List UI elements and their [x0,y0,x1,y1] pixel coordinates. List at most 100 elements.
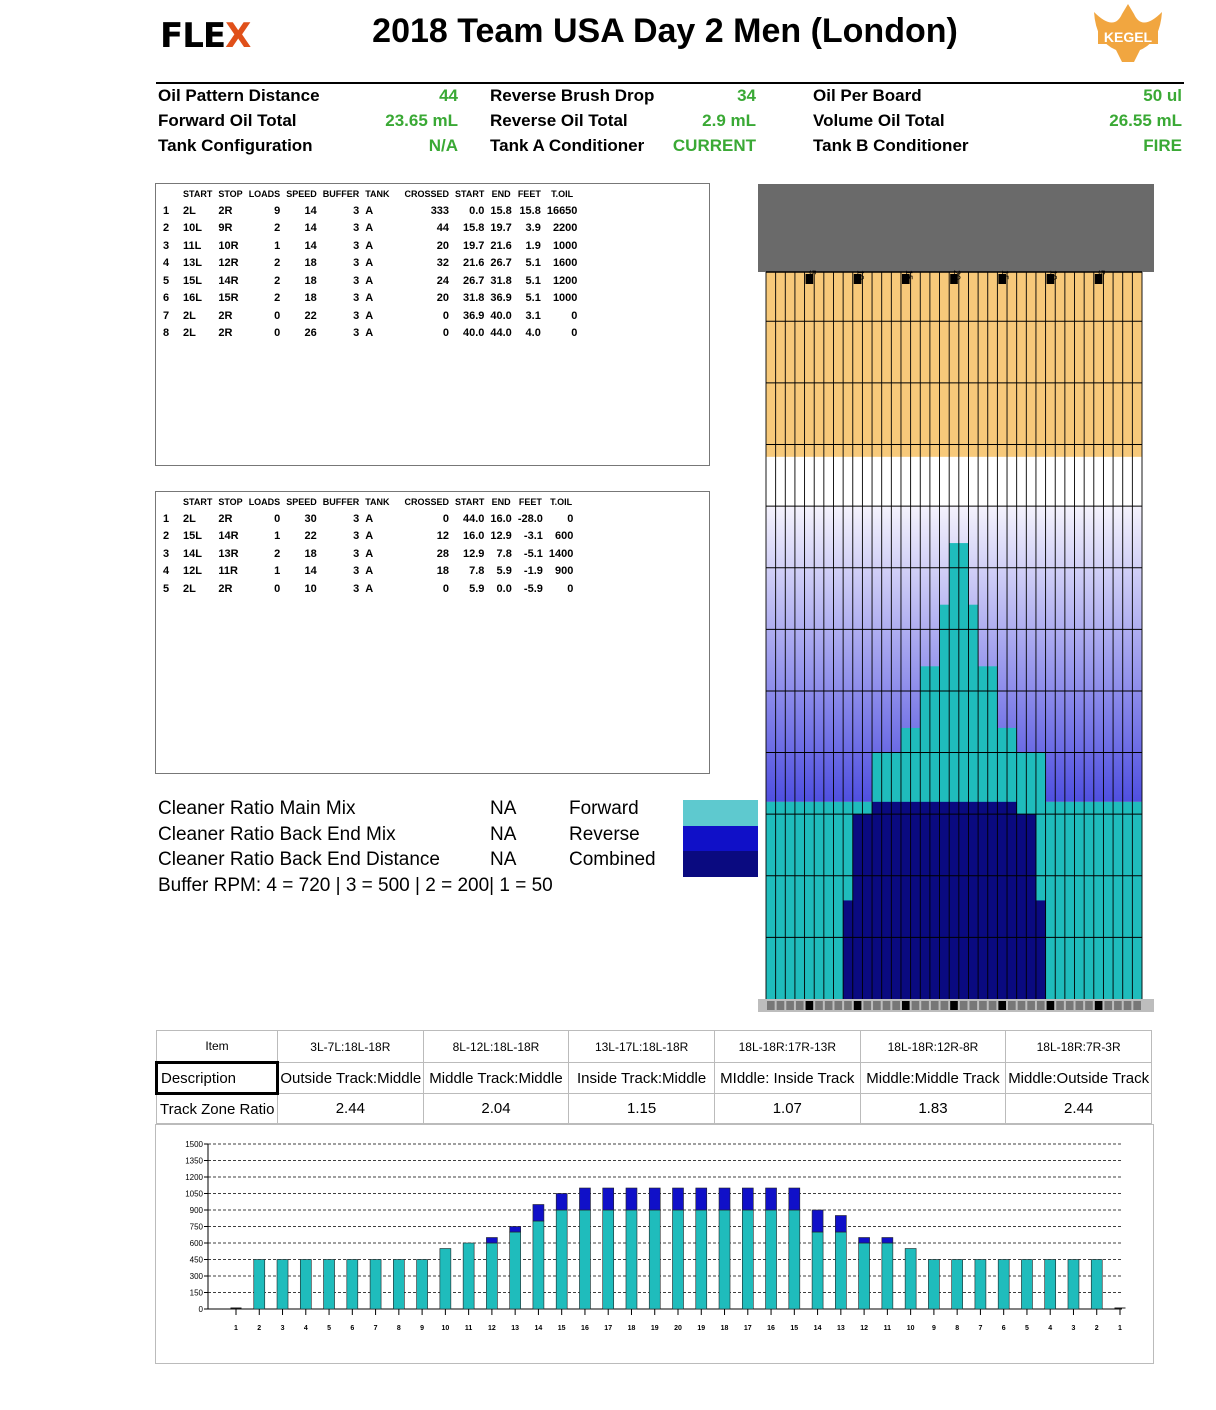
run-table-cell: 18 [304,292,317,305]
lane-dot-marker [979,1001,987,1010]
run-table-cell: 3 [353,309,360,322]
chart-x-tick-label: 3 [281,1325,285,1332]
run-table-cell: 14R [218,274,239,287]
forward-table-grid: START STOP LOADS SPEED BUFFER TANK CROSSED STAR… [160,186,580,342]
chart-bar-forward [718,1209,731,1310]
run-table-header [160,494,180,510]
run-table-row: 5 2L 2R 0 10 3 A 0 5.9 0.0 -5.9 0 [160,580,576,598]
run-table-row: 2 10L 9R 2 14 3 A 44 15.8 19.7 3.9 2200 [160,220,580,238]
run-table-cell: 1 [163,204,170,217]
run-table-cell: 10 [304,582,317,595]
lane-arrow-marker [805,274,814,284]
run-table-cell: 7.8 [496,547,512,560]
run-table-cell: 28 [436,547,450,560]
run-table-cell: 3.9 [525,222,541,235]
lane-dot-marker [988,1001,997,1010]
run-table-cell: 15.8 [462,222,485,235]
summary-value: FIRE [1143,136,1182,155]
run-table-cell: 15L [183,274,202,287]
run-table-cell: 3 [353,204,360,217]
run-table-cell: A [365,512,374,525]
run-table-cell: 3 [353,274,360,287]
chart-bar-forward [276,1259,289,1310]
lane-forward-oil-column [823,801,834,999]
run-table-header: START [183,497,213,507]
chart-x-tick-label: 5 [327,1325,331,1332]
lane-combined-oil-column [978,801,989,999]
lane-forward-oil-column [1045,801,1056,999]
run-table-cell: 0 [442,309,450,322]
legend-combined-label: Combined [569,849,656,870]
run-table-header: T.OIL [550,497,573,507]
run-table-cell: 16.0 [462,530,485,543]
lane-dot-marker [1046,1001,1055,1010]
summary-label: Tank Configuration [158,136,313,155]
chart-y-tick-label: 900 [190,1206,204,1215]
chart-bar-reverse [881,1237,894,1244]
lane-combined-oil-column [891,801,902,999]
run-table-cell: 2 [163,222,170,235]
kegel-logo: KEGEL [1094,4,1162,62]
zone-description-label[interactable]: Description [155,1061,279,1095]
zone-description: Middle Track:Middle [422,1062,570,1094]
chart-x-tick-label: 6 [1002,1325,1006,1332]
chart-bar-forward [1021,1259,1033,1310]
chart-x-tick-label: 16 [767,1325,775,1332]
lane-arrow-label: 5 [807,270,817,275]
run-table-cell: 44 [436,222,450,235]
chart-bar-forward [1067,1259,1080,1310]
lane-forward-oil-column [766,801,776,999]
forward-run-table: START STOP LOADS SPEED BUFFER TANK CROSSED STAR… [155,183,710,466]
run-table-cell: 2R [218,582,233,595]
kegel-logo-text: KEGEL [1104,29,1153,45]
lane-arrow-label: 20 [952,270,962,280]
run-table-row: 5 15L 14R 2 18 3 A 24 26.7 31.8 5.1 1200 [160,272,580,290]
run-table-header [160,186,180,202]
summary-label: Tank A Conditioner [490,136,645,155]
run-table-cell: A [365,204,374,217]
lane-combined-oil-column [872,801,882,999]
cleaner-ratio-distance-value: NA [490,849,517,870]
run-table-cell: 26.7 [462,274,485,287]
lane-dot-marker [911,1001,920,1010]
chart-x-tick-label: 14 [814,1325,822,1332]
chart-bar-forward [928,1259,940,1310]
run-table-header: FEET [518,497,542,507]
run-table-cell: 1200 [552,274,578,287]
run-table-cell: 9 [274,204,281,217]
run-table-cell: A [365,327,374,340]
summary-value: N/A [428,136,458,155]
run-table-cell: 14 [304,239,317,252]
lane-combined-oil-column [910,801,921,999]
chart-bar-forward [462,1242,475,1310]
summary-value: 50 ul [1143,86,1182,105]
chart-x-tick-label: 3 [1072,1325,1076,1332]
run-table-cell: 2R [218,204,233,217]
run-table-cell: 7 [163,309,170,322]
chart-y-tick-label: 450 [190,1256,204,1265]
run-table-header: T.OIL [551,189,574,199]
chart-y-tick-label: 600 [190,1239,204,1248]
chart-bar-forward [532,1220,545,1310]
chart-y-tick-label: 300 [190,1272,204,1281]
chart-bar-reverse [602,1187,615,1211]
run-table-cell: 2 [274,257,281,270]
lane-arrow-label: 10 [856,270,866,280]
lane-combined-oil-column [862,814,873,999]
run-table-cell: 1 [274,565,281,578]
run-table-cell: 19.7 [462,239,485,252]
lane-combined-oil-column [881,801,892,999]
run-table-cell: 11L [183,239,202,252]
run-table-cell: 5.1 [525,257,541,270]
run-table-cell: 0 [274,309,281,322]
chart-bar-forward [555,1209,568,1310]
run-table-cell: -3.1 [523,530,543,543]
lane-forward-oil-column [1084,801,1095,999]
run-table-cell: 2200 [552,222,578,235]
chart-bar-reverse [555,1193,568,1211]
lane-dot-marker [824,1001,833,1010]
lane-forward-oil-column [794,801,805,999]
run-table-cell: 18 [304,274,317,287]
run-table-cell: 3 [163,547,170,560]
legend-forward-swatch [683,800,758,826]
